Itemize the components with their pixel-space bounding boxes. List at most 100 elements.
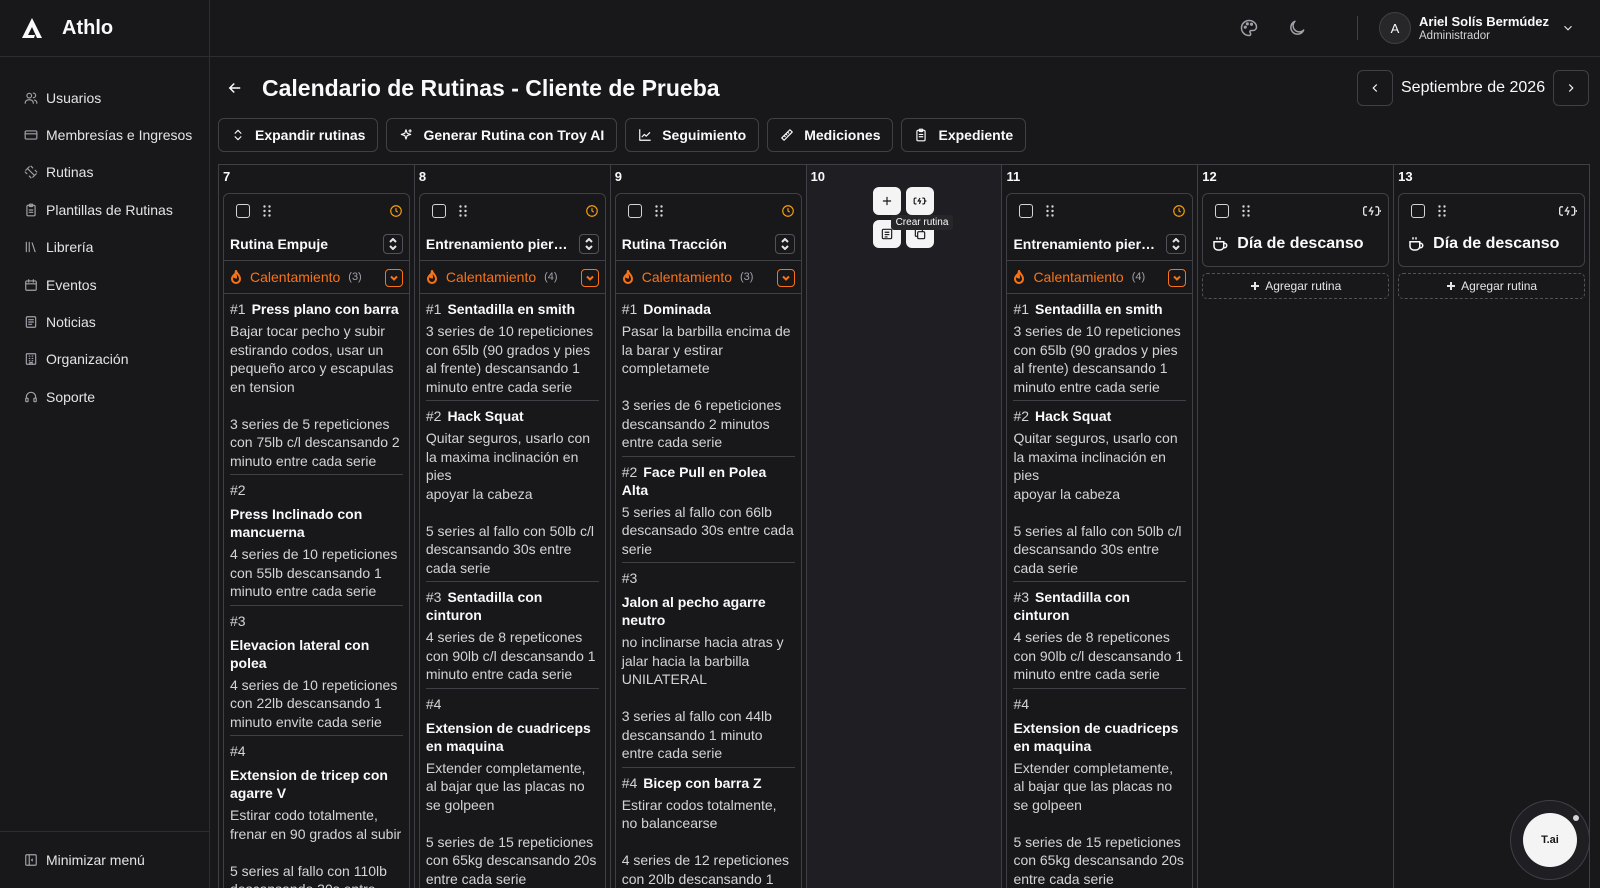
exercise-item[interactable]: #1 Sentadilla en smith 3 series de 10 rep…: [1013, 294, 1187, 401]
rest-day-button[interactable]: [905, 187, 934, 215]
warmup-expand-button[interactable]: [776, 269, 795, 287]
create-routine-button[interactable]: [872, 187, 901, 215]
add-routine-button[interactable]: Agregar rutina: [1398, 273, 1586, 299]
sidebar-item-soporte[interactable]: Soporte: [0, 378, 209, 415]
chevron-down-icon: [781, 275, 790, 281]
exercise-description: Pasar la barbilla encima de la barar y e…: [621, 323, 791, 450]
expand-routine-button[interactable]: [578, 234, 599, 254]
warmup-row[interactable]: Calentamiento (4): [419, 260, 605, 294]
warmup-expand-button[interactable]: [580, 269, 599, 287]
user-menu[interactable]: A Ariel Solís Bermúdez Administrador: [1379, 12, 1575, 44]
drag-handle-icon[interactable]: [262, 204, 272, 218]
exercise-item[interactable]: #1 Press plano con barra Bajar tocar pech…: [230, 294, 403, 475]
generate-ai-routine-button[interactable]: Generar Rutina con Troy AI: [386, 118, 618, 152]
drag-handle-icon[interactable]: [1241, 204, 1251, 218]
drag-handle-icon[interactable]: [654, 204, 664, 218]
warmup-row[interactable]: Calentamiento (4): [1007, 260, 1193, 294]
coffee-icon: [1409, 237, 1424, 251]
calendar-week: 7 Rutina Empuje Calentamiento (3) #1 Pres…: [218, 164, 1590, 888]
exercise-item[interactable]: #1 Sentadilla en smith 3 series de 10 rep…: [425, 294, 599, 401]
routine-card[interactable]: Rutina Tracción Calentamiento (3) #1 Domi…: [614, 193, 802, 888]
exercise-number: #2: [1013, 408, 1030, 424]
sidebar-item-membresias[interactable]: Membresías e Ingresos: [0, 116, 209, 153]
warmup-row[interactable]: Calentamiento (3): [615, 260, 801, 294]
exercise-item[interactable]: #2 Press Inclinado con mancuerna 4 series…: [230, 475, 403, 606]
chevron-down-icon: [390, 275, 398, 281]
exercise-item[interactable]: #2 Face Pull en Polea Alta 5 series al fa…: [621, 457, 795, 563]
routine-name: Entrenamiento piernas: [1013, 236, 1164, 252]
add-routine-button[interactable]: Agregar rutina: [1202, 273, 1390, 299]
select-checkbox[interactable]: [1411, 204, 1426, 218]
select-checkbox[interactable]: [1215, 204, 1230, 218]
select-checkbox[interactable]: [236, 204, 250, 218]
routine-card[interactable]: Entrenamiento piernas Calentamiento (4) …: [1006, 193, 1194, 888]
battery-charging-icon[interactable]: [1362, 205, 1382, 217]
users-icon: [24, 92, 38, 104]
next-month-button[interactable]: [1553, 70, 1590, 106]
exercise-item[interactable]: #4 Extension de tricep con agarre V Estir…: [230, 736, 403, 888]
exercise-item[interactable]: #2 Hack Squat Quitar seguros, usarlo con …: [1013, 401, 1187, 582]
exercise-name: Hack Squat: [1035, 408, 1112, 424]
select-checkbox[interactable]: [627, 204, 642, 218]
brand[interactable]: Athlo: [0, 0, 209, 57]
sidebar-item-usuarios[interactable]: Usuarios: [0, 79, 209, 116]
routine-card[interactable]: Rutina Empuje Calentamiento (3) #1 Press …: [223, 193, 410, 888]
rest-day-card[interactable]: Día de descanso: [1202, 193, 1390, 267]
clock-icon[interactable]: [585, 204, 599, 218]
drag-handle-icon[interactable]: [458, 204, 468, 218]
exercise-description: 3 series de 10 repeticiones con 65lb (90…: [1013, 323, 1181, 395]
sidebar-item-organizacion[interactable]: Organización: [0, 341, 209, 378]
sidebar-item-eventos[interactable]: Eventos: [0, 266, 209, 303]
exercise-name: Extension de cuadriceps en maquina: [425, 719, 591, 754]
exercise-item[interactable]: #1 Dominada Pasar la barbilla encima de l…: [621, 294, 795, 457]
select-checkbox[interactable]: [1019, 204, 1034, 218]
exercise-description: Estirar codos totalmente, no balancearse…: [621, 796, 790, 887]
sidebar-item-rutinas[interactable]: Rutinas: [0, 154, 209, 191]
day-column[interactable]: 10 Crear rutina: [806, 165, 1003, 888]
drag-handle-icon[interactable]: [1437, 204, 1447, 218]
drag-handle-icon[interactable]: [1045, 204, 1055, 218]
clock-icon[interactable]: [1172, 204, 1186, 218]
sidebar-item-noticias[interactable]: Noticias: [0, 303, 209, 340]
exercise-item[interactable]: #3 Jalon al pecho agarre neutro no inclin…: [621, 563, 795, 768]
palette-icon[interactable]: [1239, 18, 1259, 38]
record-button[interactable]: Expediente: [901, 118, 1027, 152]
routine-card[interactable]: Entrenamiento piernas Calentamiento (4) …: [418, 193, 606, 888]
tracking-button[interactable]: Seguimiento: [625, 118, 760, 152]
sidebar-item-label: Soporte: [46, 388, 96, 405]
warmup-expand-button[interactable]: [1168, 269, 1187, 287]
warmup-row[interactable]: Calentamiento (3): [224, 260, 409, 294]
battery-charging-icon[interactable]: [1558, 205, 1578, 217]
collapse-menu-button[interactable]: Minimizar menú: [0, 831, 209, 888]
tracking-label: Seguimiento: [662, 127, 747, 143]
chevron-down-icon: [1173, 275, 1182, 281]
exercise-item[interactable]: #2 Hack Squat Quitar seguros, usarlo con …: [425, 401, 599, 582]
expand-routines-button[interactable]: Expandir rutinas: [218, 118, 379, 152]
exercise-item[interactable]: #4 Extension de cuadriceps en maquina Ext…: [1013, 689, 1186, 888]
expand-routine-button[interactable]: [1166, 234, 1187, 254]
exercise-item[interactable]: #3 Elevacion lateral con polea 4 series d…: [230, 606, 403, 736]
sidebar-item-plantillas[interactable]: Plantillas de Rutinas: [0, 191, 209, 228]
expand-routine-button[interactable]: [382, 234, 403, 254]
rest-day-card[interactable]: Día de descanso: [1398, 193, 1586, 267]
exercise-item[interactable]: #4 Extension de cuadriceps en maquina Ext…: [426, 689, 599, 888]
clock-icon[interactable]: [389, 204, 403, 218]
ai-assistant-button[interactable]: T.ai: [1510, 800, 1590, 880]
expand-routine-button[interactable]: [774, 234, 795, 254]
back-arrow-icon[interactable]: [226, 79, 244, 97]
generate-ai-routine-label: Generar Rutina con Troy AI: [423, 127, 605, 143]
exercise-item[interactable]: #3 Sentadilla con cinturon 4 series de 8 …: [425, 582, 599, 689]
warmup-expand-button[interactable]: [384, 269, 403, 287]
prev-month-button[interactable]: [1357, 70, 1393, 106]
measurements-button[interactable]: Mediciones: [767, 118, 894, 152]
clock-icon[interactable]: [781, 204, 795, 218]
user-role: Administrador: [1419, 29, 1490, 42]
sidebar-item-libreria[interactable]: Librería: [0, 229, 209, 266]
exercise-name: Press plano con barra: [251, 301, 399, 317]
exercise-description: 5 series al fallo con 66lb descansado 30…: [621, 503, 794, 557]
exercise-item[interactable]: #3 Sentadilla con cinturon 4 series de 8 …: [1013, 582, 1187, 689]
card-header: [230, 194, 403, 228]
exercise-item[interactable]: #4 Bicep con barra Z Estirar codos totalm…: [622, 768, 795, 888]
moon-icon[interactable]: [1287, 18, 1307, 38]
select-checkbox[interactable]: [431, 204, 446, 218]
